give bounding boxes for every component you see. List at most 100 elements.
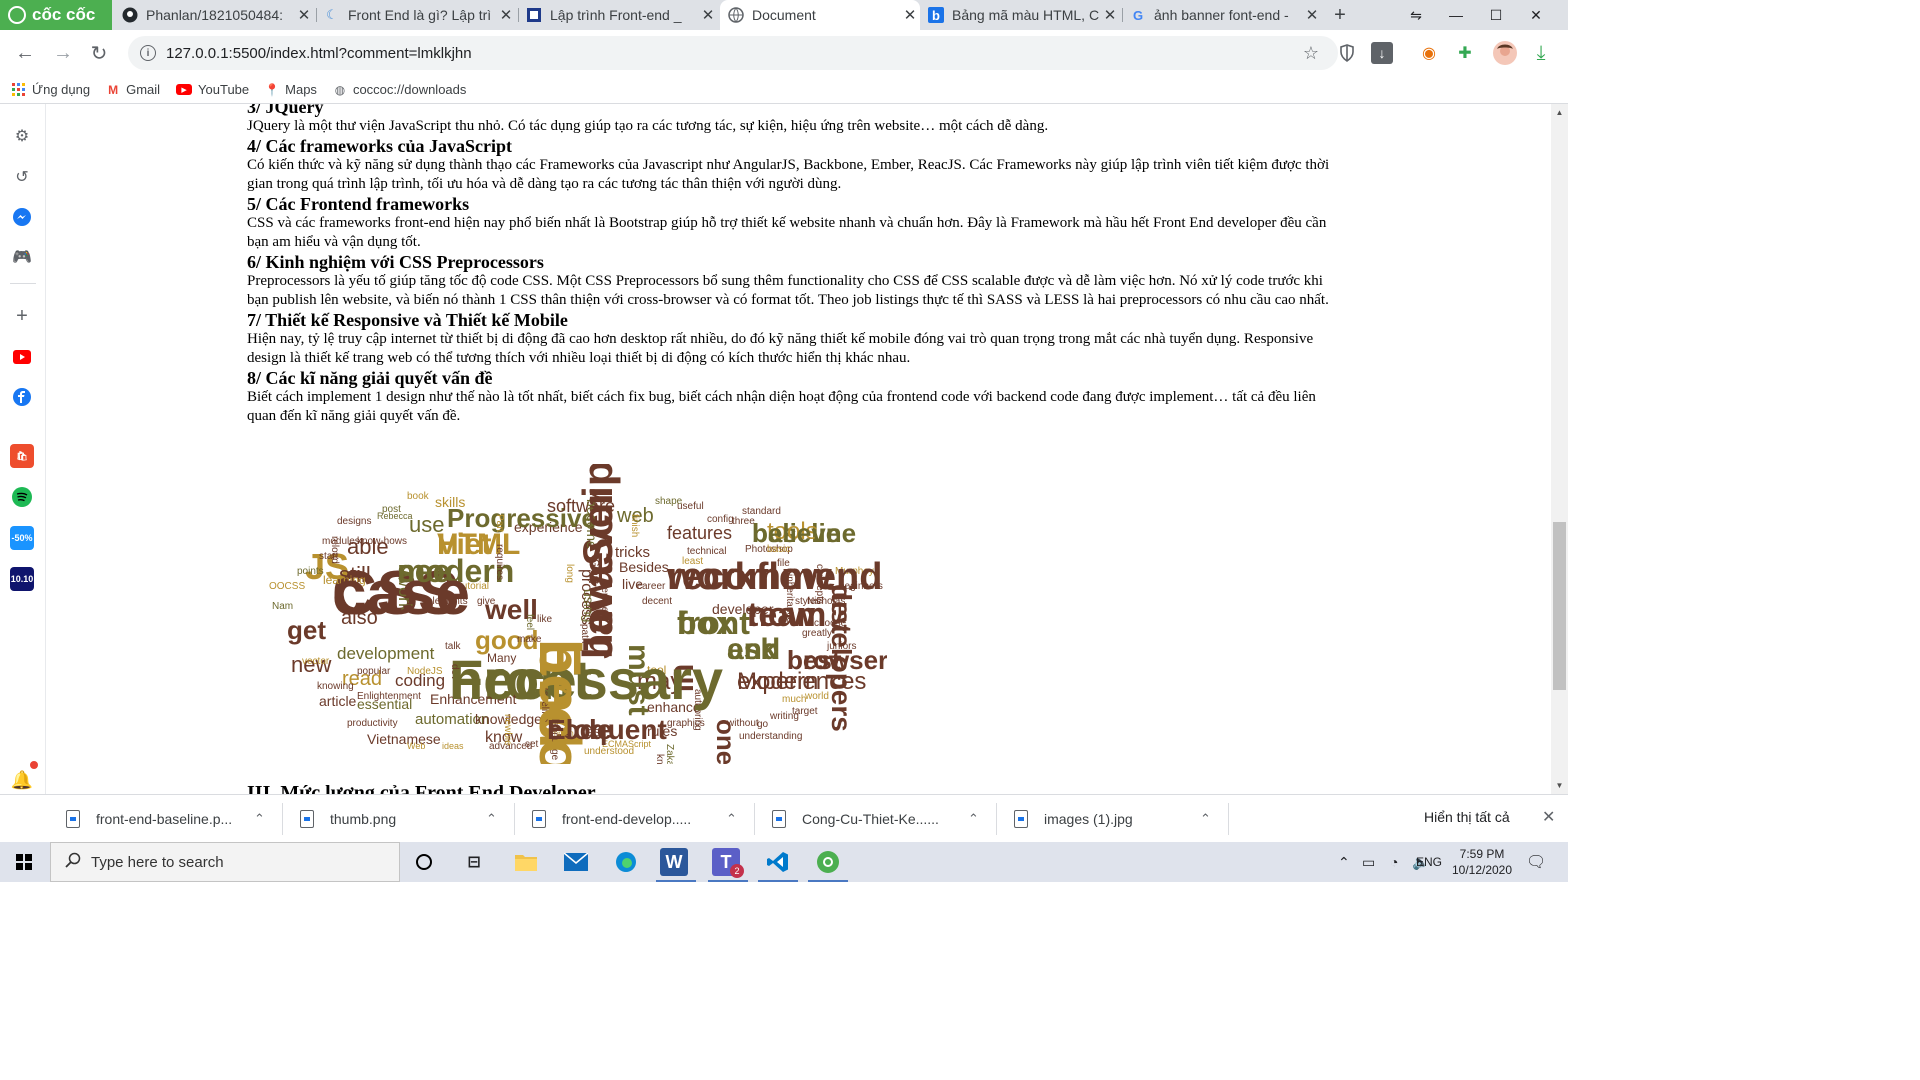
gamepad-icon[interactable]: 🎮 xyxy=(10,245,34,269)
minimize-button[interactable]: — xyxy=(1436,0,1476,30)
search-icon xyxy=(65,852,81,872)
language-indicator[interactable]: ENG xyxy=(1416,842,1442,882)
chevron-up-icon[interactable]: ⌃ xyxy=(254,811,265,827)
tab-github[interactable]: Phanlan/1821050484: ✕ xyxy=(114,0,314,30)
bookmark-youtube[interactable]: ▶ YouTube xyxy=(176,82,249,97)
close-icon[interactable]: ✕ xyxy=(1302,6,1322,24)
download-item[interactable]: Cong-Cu-Thiet-Ke...... ⌃ xyxy=(772,801,987,837)
bookmark-star-icon[interactable]: ☆ xyxy=(1298,38,1324,68)
system-clock[interactable]: 7:59 PM 10/12/2020 xyxy=(1448,846,1516,878)
bookmark-apps[interactable]: Ứng dụng xyxy=(12,82,90,97)
scroll-down-arrow-icon[interactable]: ▼ xyxy=(1551,777,1568,794)
shopee-icon[interactable]: 🛍 xyxy=(10,444,34,468)
tab-anh-banner[interactable]: G ảnh banner font-end - ✕ xyxy=(1122,0,1322,30)
back-button[interactable]: ← xyxy=(10,38,40,68)
youtube-icon: ▶ xyxy=(176,84,193,95)
wordcloud-word: ask xyxy=(727,633,777,666)
history-icon[interactable]: ↺ xyxy=(10,165,34,189)
tab-document[interactable]: Document ✕ xyxy=(720,0,920,30)
close-icon[interactable]: ✕ xyxy=(698,6,718,24)
browser-toolbar: ← → ↻ i 127.0.0.1:5500/index.html?commen… xyxy=(0,30,1568,76)
download-item[interactable]: thumb.png ⌃ xyxy=(300,801,505,837)
download-item[interactable]: front-end-develop..... ⌃ xyxy=(532,801,747,837)
close-icon[interactable]: ✕ xyxy=(294,6,314,24)
task-view-icon[interactable]: ⊟ xyxy=(458,846,490,878)
maximize-button[interactable]: ☐ xyxy=(1476,0,1516,30)
search-placeholder: Type here to search xyxy=(91,853,224,871)
messenger-icon[interactable] xyxy=(10,205,34,229)
action-center-icon[interactable]: 🗨 xyxy=(1526,842,1546,882)
tab-bang-ma-mau[interactable]: b Bảng mã màu HTML, C ✕ xyxy=(920,0,1120,30)
puzzle-extension-icon[interactable]: ✚ xyxy=(1452,40,1478,66)
forward-button[interactable]: → xyxy=(48,38,78,68)
active-app-indicator xyxy=(758,880,798,882)
section-title: 5/ Các Frontend frameworks xyxy=(247,194,470,214)
info-icon[interactable]: i xyxy=(140,45,156,61)
shield-icon[interactable] xyxy=(1334,38,1360,68)
facebook-icon[interactable] xyxy=(10,385,34,409)
site-logo-icon xyxy=(526,7,542,23)
reload-button[interactable]: ↻ xyxy=(84,38,114,68)
url-text[interactable]: 127.0.0.1:5500/index.html?comment=lmklkj… xyxy=(166,45,472,62)
download-manager-icon[interactable]: ⤓ xyxy=(1528,40,1554,66)
coccoc-browser-icon[interactable] xyxy=(812,846,844,878)
vertical-scrollbar[interactable]: ▲ ▼ xyxy=(1551,104,1568,794)
coccoc-logo-icon xyxy=(8,6,26,24)
edge-browser-icon[interactable] xyxy=(610,846,642,878)
address-bar[interactable]: i 127.0.0.1:5500/index.html?comment=lmkl… xyxy=(128,36,1338,70)
mail-icon[interactable] xyxy=(560,846,592,878)
settings-gear-icon[interactable]: ⚙ xyxy=(10,124,34,148)
wordcloud-word: NodeJS xyxy=(407,666,443,677)
spotify-icon[interactable] xyxy=(10,485,34,509)
show-all-downloads-link[interactable]: Hiển thị tất cả xyxy=(1424,809,1510,825)
start-button[interactable] xyxy=(0,842,48,882)
tiki-icon[interactable]: -50% xyxy=(10,526,34,550)
add-panel-icon[interactable]: + xyxy=(10,304,34,328)
chevron-up-icon[interactable]: ⌃ xyxy=(968,811,979,827)
tab-front-end-la-gi[interactable]: ☾ Front End là gì? Lập trì ✕ xyxy=(316,0,516,30)
bookmark-label: Maps xyxy=(285,82,317,97)
chevron-up-icon[interactable]: ⌃ xyxy=(726,811,737,827)
teams-badge: 2 xyxy=(730,864,744,878)
download-item[interactable]: front-end-baseline.p... ⌃ xyxy=(66,801,276,837)
tab-search-button[interactable]: ⇋ xyxy=(1396,0,1436,30)
file-explorer-icon[interactable] xyxy=(510,846,542,878)
wordcloud-word: finish xyxy=(629,514,640,537)
vscode-icon[interactable] xyxy=(762,846,794,878)
close-window-button[interactable]: ✕ xyxy=(1516,0,1556,30)
wordcloud-word: understanding xyxy=(739,731,802,742)
avatar[interactable] xyxy=(1492,40,1518,66)
word-icon[interactable]: W xyxy=(660,848,688,876)
bookmark-label: Gmail xyxy=(126,82,161,97)
cortana-icon[interactable] xyxy=(408,846,440,878)
scroll-up-arrow-icon[interactable]: ▲ xyxy=(1551,104,1568,121)
chevron-up-icon[interactable]: ⌃ xyxy=(1200,811,1211,827)
wordcloud-word: skills xyxy=(435,494,465,510)
tab-label: Phanlan/1821050484: xyxy=(146,7,284,23)
download-arrow-icon[interactable]: ↓ xyxy=(1371,42,1393,64)
wifi-icon[interactable]: ◔ xyxy=(1390,842,1398,882)
taskbar-search[interactable]: Type here to search xyxy=(50,842,400,882)
download-filename: thumb.png xyxy=(330,811,397,827)
battery-icon[interactable]: ▭ xyxy=(1362,842,1375,882)
coccoc-menu-button[interactable]: cốc cốc xyxy=(0,0,112,30)
close-icon[interactable]: ✕ xyxy=(900,6,920,24)
chevron-up-icon[interactable]: ⌃ xyxy=(486,811,497,827)
bookmarks-bar: Ứng dụng M Gmail ▶ YouTube 📍 Maps ◍ cocc… xyxy=(0,76,1568,104)
download-item[interactable]: images (1).jpg ⌃ xyxy=(1014,801,1224,837)
bookmark-maps[interactable]: 📍 Maps xyxy=(265,82,317,97)
youtube-icon[interactable] xyxy=(10,345,34,369)
notification-bell-icon[interactable]: 🔔 xyxy=(10,768,34,792)
scrollbar-thumb[interactable] xyxy=(1553,522,1566,690)
notification-dot xyxy=(30,761,38,769)
lazada-icon[interactable]: 10.10 xyxy=(10,567,34,591)
bookmark-gmail[interactable]: M Gmail xyxy=(106,82,160,97)
tab-lap-trinh-front-end[interactable]: Lập trình Front-end _ ✕ xyxy=(518,0,718,30)
coccoc-extension-icon[interactable]: ◉ xyxy=(1416,40,1442,66)
bookmark-downloads[interactable]: ◍ coccoc://downloads xyxy=(333,82,467,97)
close-icon[interactable]: ✕ xyxy=(1542,807,1555,827)
new-tab-button[interactable]: + xyxy=(1328,0,1352,30)
show-hidden-icons-chevron-up-icon[interactable]: ⌃ xyxy=(1338,842,1350,882)
close-icon[interactable]: ✕ xyxy=(496,6,516,24)
close-icon[interactable]: ✕ xyxy=(1100,6,1120,24)
